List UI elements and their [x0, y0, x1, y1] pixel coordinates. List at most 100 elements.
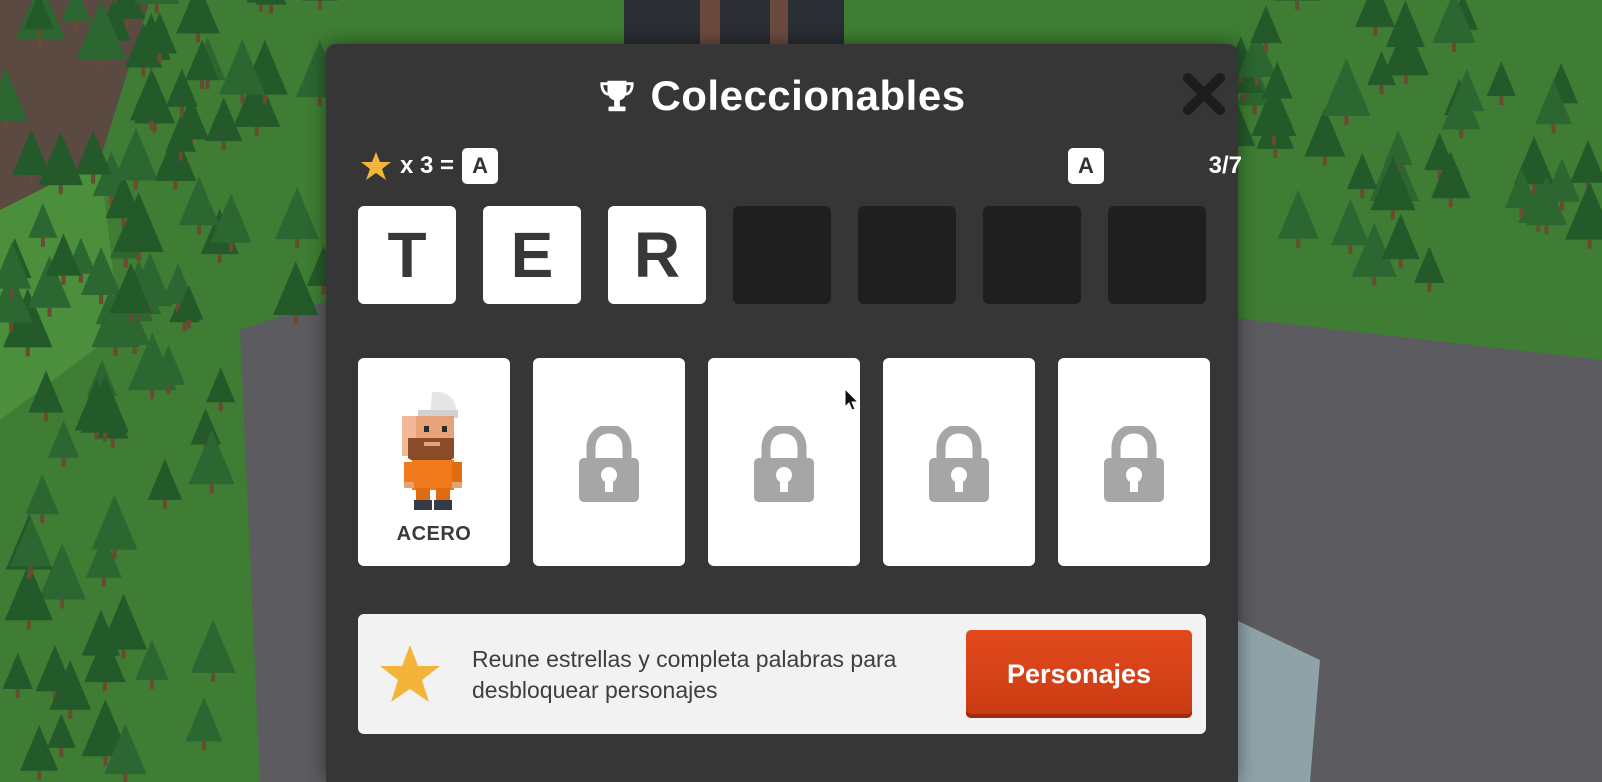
- tree-trunk: [36, 29, 41, 39]
- tree-trunk: [317, 0, 322, 10]
- tree-trunk: [28, 566, 33, 576]
- tree-trunk: [268, 4, 273, 14]
- next-letter-chip: A: [1068, 148, 1104, 184]
- tree-trunk: [1390, 210, 1395, 220]
- tree-trunk: [1451, 43, 1456, 53]
- tree-trunk: [40, 237, 45, 247]
- tree-trunk: [1348, 245, 1353, 255]
- tree-trunk: [29, 175, 34, 185]
- tree-trunk: [1544, 225, 1549, 235]
- tree-trunk: [1519, 207, 1524, 217]
- locked-character-card[interactable]: [1058, 358, 1210, 566]
- tree-trunk: [112, 549, 117, 559]
- tree-trunk: [1271, 136, 1276, 146]
- tree-trunk: [293, 315, 298, 325]
- tree-trunk: [1448, 198, 1453, 208]
- tree-trunk: [179, 106, 184, 116]
- worker-character-icon: [402, 391, 462, 510]
- tree-trunk: [211, 672, 216, 682]
- tree-trunk: [1241, 92, 1246, 102]
- tree-trunk: [218, 402, 223, 412]
- tree-trunk: [113, 347, 118, 357]
- tree-trunk: [99, 59, 104, 69]
- tree-trunk: [102, 682, 107, 692]
- collectibles-modal: Coleccionables x 3 = A A 3/7 T E R ACERO…: [326, 44, 1242, 782]
- character-card-acero[interactable]: ACERO: [358, 358, 510, 566]
- tree-trunk: [1587, 239, 1592, 249]
- tree-trunk: [149, 120, 154, 130]
- tree-trunk: [1295, 0, 1300, 10]
- tree-trunk: [262, 94, 267, 104]
- pine-tree: [302, 0, 338, 1]
- star-multiplier-text: x 3 =: [400, 152, 455, 179]
- close-icon: [1183, 73, 1225, 115]
- tree-trunk: [26, 620, 31, 630]
- tree-trunk: [141, 67, 146, 77]
- tree-trunk: [1379, 85, 1384, 95]
- tree-trunk: [1344, 115, 1349, 125]
- tree-trunk: [103, 756, 108, 766]
- tree-trunk: [254, 126, 259, 136]
- tree-trunk: [317, 97, 322, 107]
- tree-trunk: [217, 254, 222, 264]
- tree-trunk: [123, 258, 128, 268]
- tree-trunk: [1551, 124, 1556, 134]
- tree-trunk: [229, 242, 234, 252]
- tree-trunk: [1372, 276, 1377, 286]
- tree-trunk: [44, 412, 49, 422]
- close-button[interactable]: [1180, 70, 1228, 118]
- tree-trunk: [221, 141, 226, 151]
- star-conversion-info: x 3 = A: [360, 146, 499, 186]
- empty-letter-tile: [733, 206, 831, 304]
- character-cards: ACERO: [358, 358, 1210, 566]
- tree-trunk: [40, 514, 45, 524]
- tree-trunk: [9, 288, 14, 298]
- tree-trunk: [74, 21, 79, 31]
- tree-trunk: [1296, 238, 1301, 248]
- tree-trunk: [25, 347, 30, 357]
- tree-trunk: [182, 322, 187, 332]
- tree-trunk: [1360, 189, 1365, 199]
- tree-trunk: [125, 18, 130, 28]
- hint-message: Reune estrellas y completa palabras para…: [472, 646, 897, 703]
- tree-trunk: [8, 322, 13, 332]
- tree-trunk: [58, 185, 63, 195]
- lock-icon: [579, 426, 639, 502]
- word-progress: 3/7: [1208, 152, 1242, 179]
- tree-trunk: [157, 53, 162, 63]
- empty-letter-tile: [983, 206, 1081, 304]
- tree-trunk: [162, 499, 167, 509]
- empty-letter-tile: [1108, 206, 1206, 304]
- tree-trunk: [1398, 259, 1403, 269]
- tree-trunk: [68, 709, 73, 719]
- tree-trunk: [121, 649, 126, 659]
- tree-trunk: [195, 33, 200, 43]
- tree-trunk: [3, 120, 8, 130]
- tree-trunk: [178, 151, 183, 161]
- lock-icon: [754, 426, 814, 502]
- tree-trunk: [173, 180, 178, 190]
- tree-trunk: [60, 599, 65, 609]
- tree-trunk: [47, 307, 52, 317]
- locked-character-card[interactable]: [708, 358, 860, 566]
- tree-trunk: [1459, 129, 1464, 139]
- locked-character-card[interactable]: [533, 358, 685, 566]
- tree-trunk: [186, 319, 191, 329]
- tree-trunk: [133, 180, 138, 190]
- modal-title: Coleccionables: [650, 72, 966, 119]
- tree-trunk: [1427, 282, 1432, 292]
- modal-header: Coleccionables: [326, 68, 1238, 124]
- tree-trunk: [1273, 148, 1278, 158]
- tree-trunk: [1559, 201, 1564, 211]
- tree-trunk: [209, 484, 214, 494]
- personajes-button[interactable]: Personajes: [966, 630, 1192, 718]
- tree-trunk: [1532, 184, 1537, 194]
- tree-trunk: [149, 680, 154, 690]
- pine-tree: [255, 0, 287, 5]
- tree-trunk: [59, 747, 64, 757]
- tree-trunk: [295, 239, 300, 249]
- letter-tile: E: [483, 206, 581, 304]
- tree-trunk: [1499, 95, 1504, 105]
- word-tiles: T E R: [358, 206, 1206, 304]
- locked-character-card[interactable]: [883, 358, 1035, 566]
